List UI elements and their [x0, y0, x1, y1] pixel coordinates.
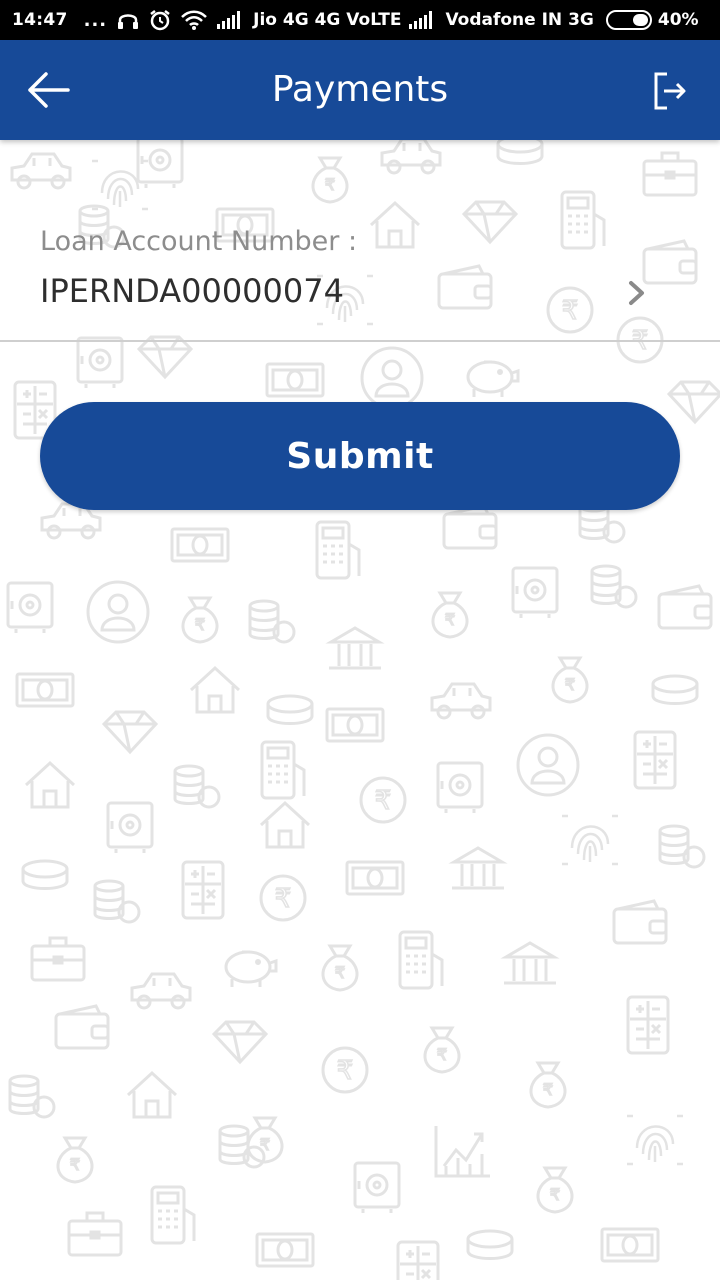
battery-percent: 40% [657, 10, 699, 30]
wifi-icon [181, 10, 208, 30]
battery-level [632, 14, 648, 26]
logout-button[interactable] [644, 66, 696, 116]
logout-icon [654, 72, 686, 110]
headphones-icon [117, 10, 139, 30]
carrier-2: Vodafone IN 3G [445, 10, 594, 30]
submit-button[interactable]: Submit [40, 402, 680, 510]
app-bar: Payments [0, 40, 720, 140]
alarm-icon [149, 9, 171, 31]
loan-account-label: Loan Account Number : [40, 226, 358, 257]
battery-icon [605, 10, 652, 30]
status-time: 14:47 [12, 10, 68, 30]
payments-screen: ₹ [0, 0, 720, 1280]
back-button[interactable] [20, 64, 76, 116]
status-more-notifications: ... [83, 9, 108, 31]
chevron-right-icon [629, 281, 644, 305]
status-bar: 14:47 ... Jio 4G 4G VoLTE Vodafone IN 3G… [0, 0, 720, 40]
arrow-left-icon [28, 72, 70, 108]
loan-account-value: IPERNDA00000074 [40, 272, 344, 310]
signal-icon [217, 11, 243, 29]
signal-icon [409, 11, 435, 29]
background-pattern: ₹ [6, 134, 720, 1280]
loan-account-selector[interactable]: Loan Account Number : IPERNDA00000074 [0, 210, 720, 342]
carrier-1: Jio 4G 4G VoLTE [253, 10, 402, 30]
page-title: Payments [271, 69, 449, 110]
